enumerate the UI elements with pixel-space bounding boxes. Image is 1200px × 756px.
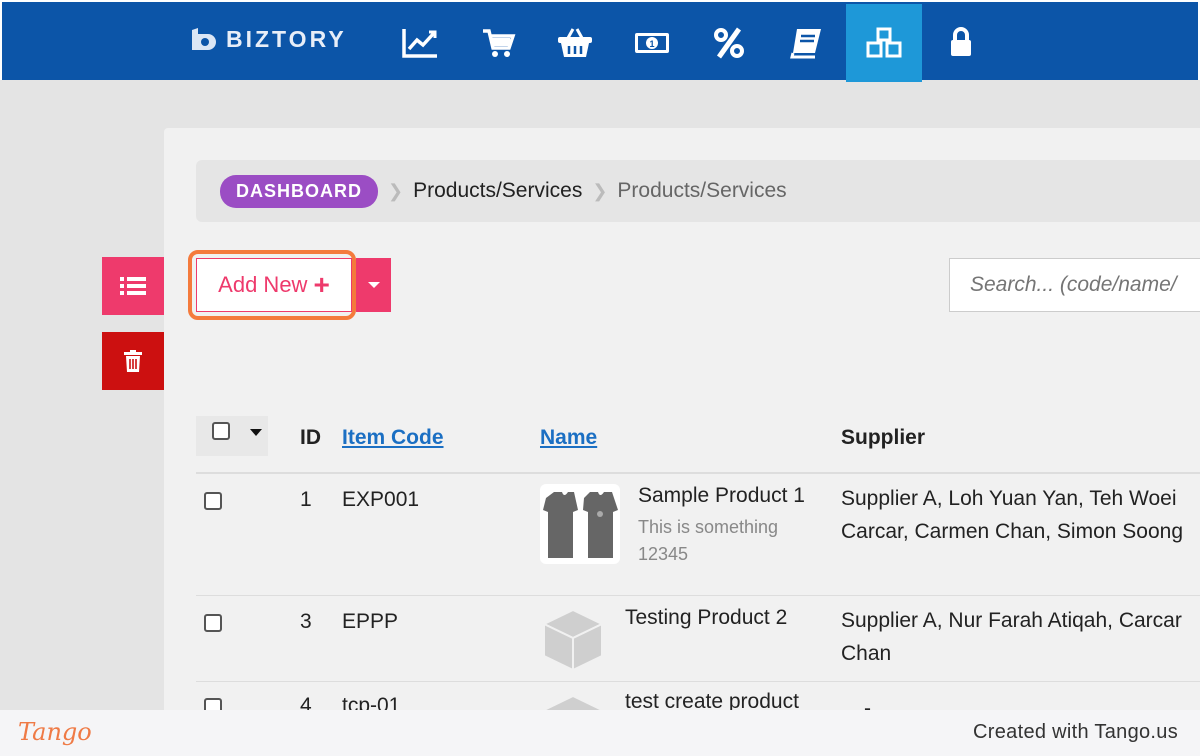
delete-button[interactable] [102,332,164,390]
logo-text: BIZTORY [226,25,347,52]
percent-icon [714,27,744,59]
supplier-line: - [864,697,871,710]
header-supplier: Supplier [841,426,926,449]
add-new-dropdown-toggle[interactable] [356,258,391,312]
chevron-right-icon: ❯ [388,180,404,201]
plus-icon: + [313,269,330,300]
nav-sales[interactable] [382,4,458,82]
nav-lock[interactable] [923,4,999,82]
row-item-code: tcp-01 [342,694,401,710]
cubes-icon [866,27,902,58]
row-item-code: EXP001 [342,488,420,511]
supplier-line: Carcar, Carmen Chan, Simon Soong [841,520,1183,543]
supplier-line: Supplier A, Loh Yuan Yan, Teh Woei [841,487,1177,510]
header-name[interactable]: Name [540,426,597,450]
breadcrumb-products-current: Products/Services [617,179,787,202]
book-icon [790,29,821,59]
product-name[interactable]: Sample Product 1 [638,484,805,508]
table-header-row: ID Item Code Name Supplier [196,416,1200,474]
cart-icon [483,29,516,57]
basket-icon [558,28,592,57]
row-id: 4 [300,694,312,710]
chevron-right-icon: ❯ [592,180,608,201]
header-id: ID [300,426,321,449]
header-item-code[interactable]: Item Code [342,426,444,450]
table-row[interactable]: 1 EXP001 Sample Product 1 This is someth… [196,474,1200,596]
tango-logo: Tango [18,718,92,746]
table-row[interactable]: 4 tcp-01 test create product - [196,682,1200,710]
top-navbar: BIZTORY 1 [0,0,1200,82]
list-view-button[interactable] [102,257,164,315]
tshirt-image [543,492,618,558]
tango-credit: Created with Tango.us [973,721,1178,743]
trash-icon [124,350,142,372]
list-icon [120,277,146,295]
product-name[interactable]: test create product [625,690,799,710]
breadcrumb-dashboard[interactable]: DASHBOARD [220,174,378,208]
nav-inventory[interactable] [846,4,922,82]
select-all-checkbox[interactable] [212,422,230,440]
nav-finance[interactable]: 1 [614,4,690,82]
add-new-label: Add New [218,272,308,297]
add-new-button[interactable]: Add New + [196,258,352,312]
lock-icon [951,27,971,56]
breadcrumb-products-parent[interactable]: Products/Services [413,179,582,203]
nav-accounting[interactable] [768,4,844,82]
biztory-logo-icon [192,28,216,50]
biztory-logo[interactable]: BIZTORY [188,24,347,54]
product-description: This is something [638,517,779,537]
product-thumbnail[interactable] [540,606,606,678]
main-panel: DASHBOARD ❯ Products/Services ❯ Products… [164,128,1200,710]
row-id: 1 [300,488,312,511]
select-options-caret-icon[interactable] [250,429,262,436]
nav-orders[interactable] [537,4,613,82]
caret-down-icon [367,282,380,288]
chart-line-icon [402,29,437,58]
products-table: ID Item Code Name Supplier 1 EXP001 Samp… [196,416,1200,710]
product-name[interactable]: Testing Product 2 [625,606,787,630]
tango-footer: Tango Created with Tango.us [0,710,1200,756]
money-icon: 1 [635,33,669,53]
row-item-code: EPPP [342,610,399,633]
product-description-line2: 12345 [638,544,689,564]
box-placeholder-icon [541,608,605,672]
select-all-group [196,416,268,456]
product-thumbnail[interactable] [540,692,606,710]
search-input[interactable] [949,258,1200,312]
row-checkbox[interactable] [204,614,222,632]
supplier-line: Supplier A, Nur Farah Atiqah, Carcar [841,609,1182,632]
row-id: 3 [300,610,312,633]
nav-purchases[interactable] [460,4,536,82]
product-thumbnail[interactable] [540,484,620,564]
supplier-line: Chan [841,642,892,665]
box-placeholder-icon [541,694,605,710]
row-checkbox[interactable] [204,492,222,510]
table-row[interactable]: 3 EPPP Testing Product 2 Supplier A, Nur… [196,596,1200,682]
svg-text:1: 1 [649,39,654,49]
breadcrumb: DASHBOARD ❯ Products/Services ❯ Products… [196,160,1200,222]
row-checkbox[interactable] [204,698,222,710]
nav-tax[interactable] [691,4,767,82]
